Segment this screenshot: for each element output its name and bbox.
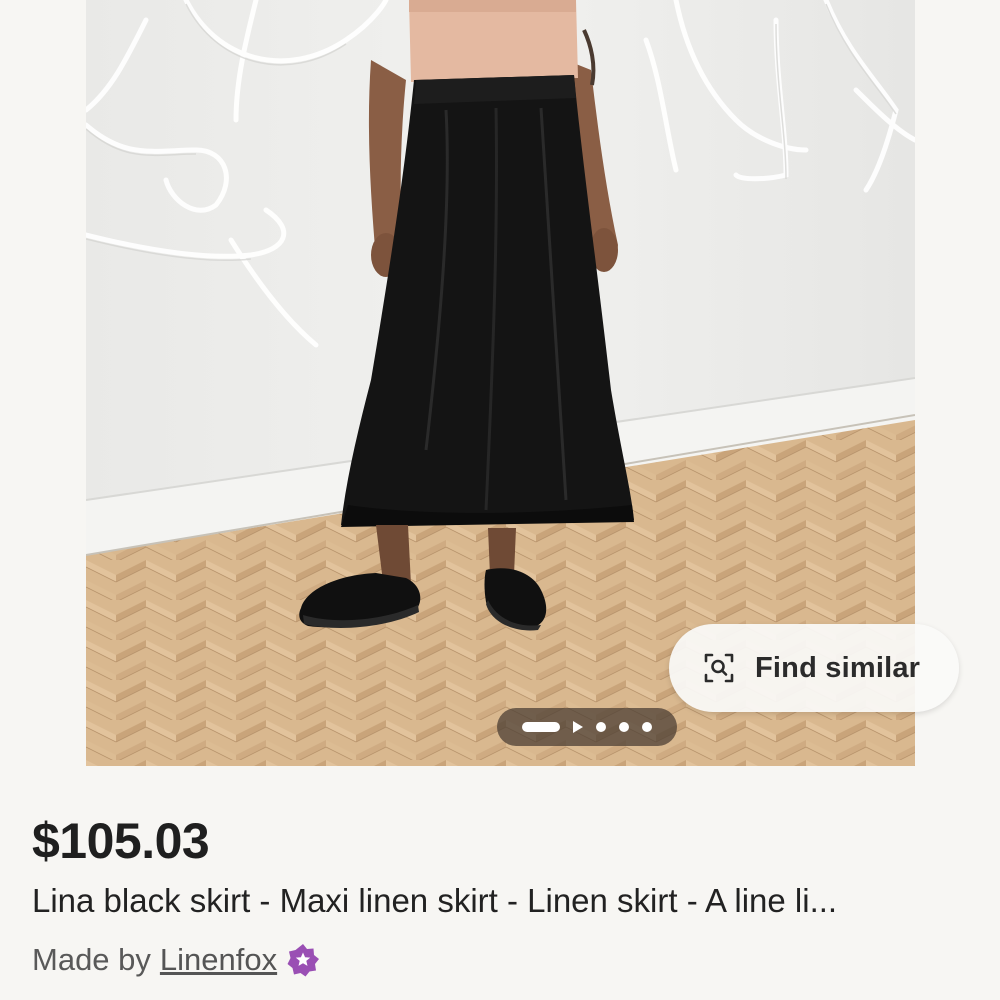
visual-search-icon <box>703 652 735 684</box>
video-play-icon[interactable] <box>573 721 583 733</box>
carousel-dot[interactable] <box>596 722 606 732</box>
shop-name-link[interactable]: Linenfox <box>160 942 277 978</box>
listing-title[interactable]: Lina black skirt - Maxi linen skirt - Li… <box>32 882 982 920</box>
carousel-dot[interactable] <box>642 722 652 732</box>
shop-attribution: Made by Linenfox <box>32 942 321 978</box>
carousel-dot[interactable] <box>619 722 629 732</box>
made-by-label: Made by <box>32 942 151 977</box>
listing-price: $105.03 <box>32 813 210 869</box>
carousel-dot-active[interactable] <box>522 722 560 732</box>
carousel-indicator[interactable] <box>497 708 677 746</box>
find-similar-button[interactable]: Find similar <box>669 624 959 712</box>
star-seller-badge-icon <box>285 942 321 978</box>
find-similar-label: Find similar <box>755 651 921 684</box>
listing-card[interactable]: Find similar $105.03 Lina black skirt - … <box>0 0 1000 1000</box>
